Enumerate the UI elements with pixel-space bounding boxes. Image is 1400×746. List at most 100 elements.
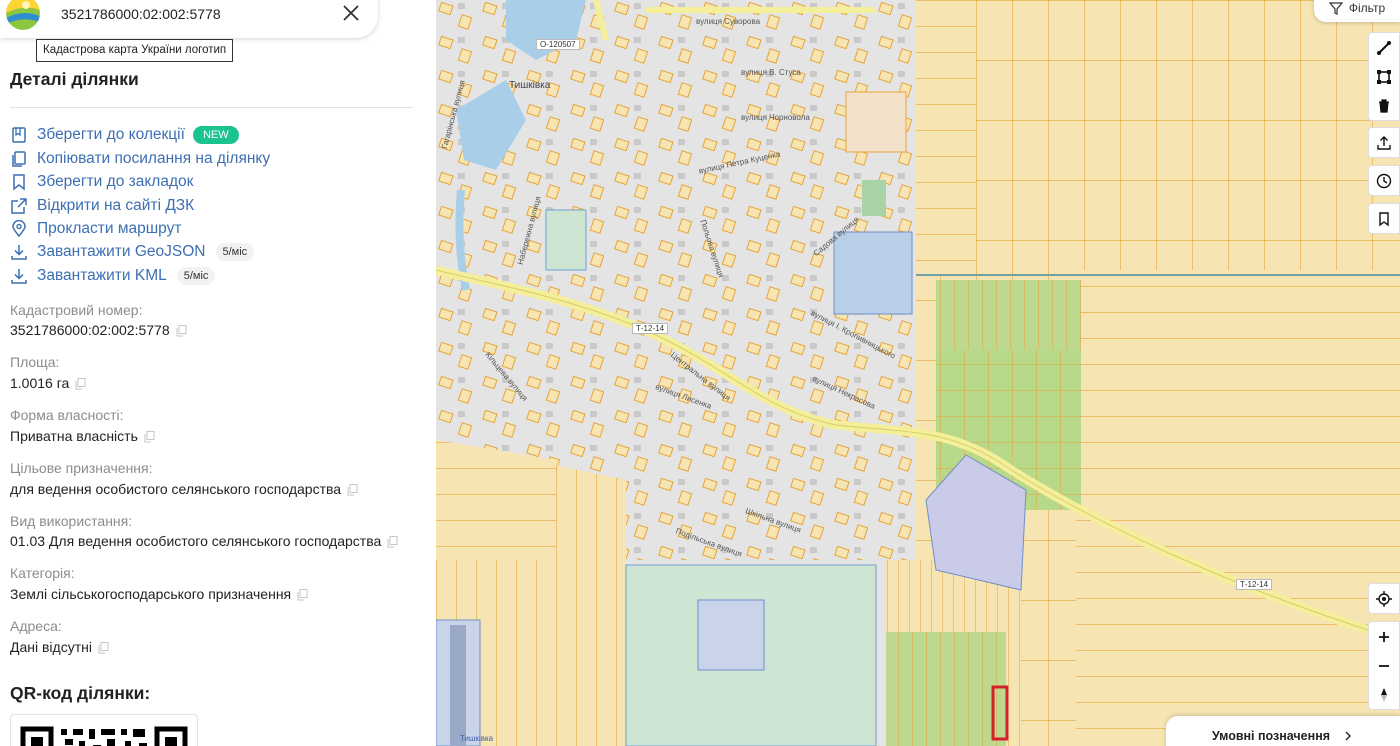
share-button[interactable] [1369, 128, 1399, 157]
panel-title: Деталі ділянки [10, 69, 139, 89]
legend-button[interactable]: Умовні позначення [1166, 716, 1400, 746]
action-label: Завантажити GeoJSON [37, 243, 206, 260]
street-label: вулиця Чорновола [741, 113, 810, 122]
history-tool [1368, 165, 1400, 196]
road-code: О-120507 [536, 39, 580, 50]
new-badge: NEW [192, 126, 239, 144]
draw-line-tool[interactable] [1369, 33, 1399, 62]
field-value-usage: 01.03 Для ведення особистого селянського… [10, 533, 398, 549]
bookmarks-button[interactable] [1369, 204, 1399, 233]
search-bar[interactable]: 3521786000:02:002:5778 [0, 0, 378, 38]
locate-button[interactable] [1369, 584, 1399, 613]
copy-icon[interactable] [75, 377, 86, 390]
download-icon [10, 243, 28, 261]
close-icon[interactable] [340, 2, 362, 24]
copy-icon[interactable] [387, 535, 398, 548]
cadastral-map-logo-icon[interactable] [6, 0, 40, 30]
locate-tool [1368, 583, 1400, 614]
history-button[interactable] [1369, 166, 1399, 195]
minus-icon [1379, 664, 1389, 667]
copy-icon[interactable] [297, 588, 308, 601]
line-tool-icon [1377, 40, 1391, 55]
trash-icon [1379, 98, 1389, 113]
field-value-ownership: Приватна власність [10, 428, 155, 444]
filter-icon [1328, 2, 1343, 15]
field-value-address: Дані відсутні [10, 639, 109, 655]
field-value-cadastral: 3521786000:02:002:5778 [10, 322, 187, 338]
green-patch [862, 180, 886, 216]
blue-zone [697, 599, 765, 671]
field-value-purpose: для ведення особистого селянського госпо… [10, 481, 358, 497]
save-bookmark-link[interactable]: Зберегти до закладок [10, 171, 193, 193]
filter-button[interactable]: Фільтр [1314, 0, 1400, 22]
action-label: Прокласти маршрут [37, 220, 182, 237]
copy-link-icon [10, 150, 28, 168]
compass-button[interactable] [1369, 680, 1399, 709]
field-value-text: Приватна власність [10, 428, 138, 444]
copy-icon[interactable] [144, 430, 155, 443]
quota-badge: 5/міс [176, 267, 216, 285]
filter-label: Фільтр [1348, 1, 1386, 15]
action-label: Зберегти до колекції [37, 126, 185, 143]
action-label: Копіювати посилання на ділянку [37, 150, 271, 167]
upload-icon [1377, 135, 1391, 150]
bookmark-icon [1379, 211, 1389, 226]
green-parcels [886, 632, 1006, 746]
zoom-controls [1368, 621, 1400, 710]
plus-icon [1379, 631, 1389, 642]
draw-polygon-tool[interactable] [1369, 62, 1399, 91]
field-label-address: Адреса: [10, 618, 62, 634]
field-parcels [1076, 270, 1400, 746]
zoom-in-button[interactable] [1369, 622, 1399, 651]
save-to-collection-link[interactable]: Зберегти до колекції NEW [10, 124, 239, 146]
search-input[interactable]: 3521786000:02:002:5778 [61, 6, 221, 22]
road-code: Т-12-14 [1236, 579, 1273, 590]
field-label-usage: Вид використання: [10, 513, 133, 529]
external-link-icon [10, 197, 28, 215]
qr-title: QR-код ділянки: [10, 683, 151, 703]
details-sidebar: 3521786000:02:002:5778 Кадастрова карта … [0, 0, 436, 746]
legend-label: Умовні позначення [1211, 729, 1331, 743]
quota-badge: 5/міс [215, 243, 255, 261]
field-value-text: 3521786000:02:002:5778 [10, 322, 170, 338]
field-value-category: Землі сільськогосподарського призначення [10, 586, 308, 602]
field-label-purpose: Цільове призначення: [10, 460, 153, 476]
field-value-area: 1.0016 га [10, 375, 86, 391]
copy-icon[interactable] [98, 641, 109, 654]
polygon-tool-icon [1377, 69, 1391, 84]
copy-icon[interactable] [176, 324, 187, 337]
draw-tools [1368, 32, 1400, 121]
open-dzk-link[interactable]: Відкрити на сайті ДЗК [10, 195, 194, 217]
clock-icon [1376, 173, 1392, 188]
divider [10, 107, 413, 108]
copy-icon[interactable] [347, 483, 358, 496]
action-label: Зберегти до закладок [37, 173, 194, 190]
field-parcels [916, 0, 976, 276]
field-label-ownership: Форма власності: [10, 407, 124, 423]
field-value-text: Землі сільськогосподарського призначення [10, 586, 292, 602]
copy-link-link[interactable]: Копіювати посилання на ділянку [10, 148, 270, 170]
field-value-text: 01.03 Для ведення особистого селянського… [10, 533, 382, 549]
qr-code [10, 714, 198, 746]
action-label: Відкрити на сайті ДЗК [37, 197, 195, 214]
green-zone [545, 209, 587, 271]
download-geojson-link[interactable]: Завантажити GeoJSON 5/міс [10, 241, 255, 263]
field-parcels [436, 440, 556, 560]
field-value-text: 1.0016 га [10, 375, 70, 391]
village-label: Тишківка [509, 80, 551, 91]
airfield-label: Тишківка [460, 734, 494, 743]
orange-zone [845, 91, 907, 153]
location-pin-icon [10, 219, 28, 238]
runway [450, 625, 466, 746]
map-canvas[interactable] [436, 0, 1400, 746]
cadastral-map[interactable]: Тишківка Тишківка О-120507 Т-12-14 Т-12-… [436, 0, 1400, 746]
route-link[interactable]: Прокласти маршрут [10, 218, 181, 240]
zoom-out-button[interactable] [1369, 651, 1399, 680]
delete-tool[interactable] [1369, 91, 1399, 120]
street-label: вулиця Суворова [696, 17, 761, 26]
field-value-text: Дані відсутні [10, 639, 92, 655]
bookmarks-tool [1368, 203, 1400, 234]
field-value-text: для ведення особистого селянського госпо… [10, 481, 342, 497]
road-code: Т-12-14 [632, 323, 669, 334]
download-kml-link[interactable]: Завантажити KML 5/міс [10, 265, 216, 287]
